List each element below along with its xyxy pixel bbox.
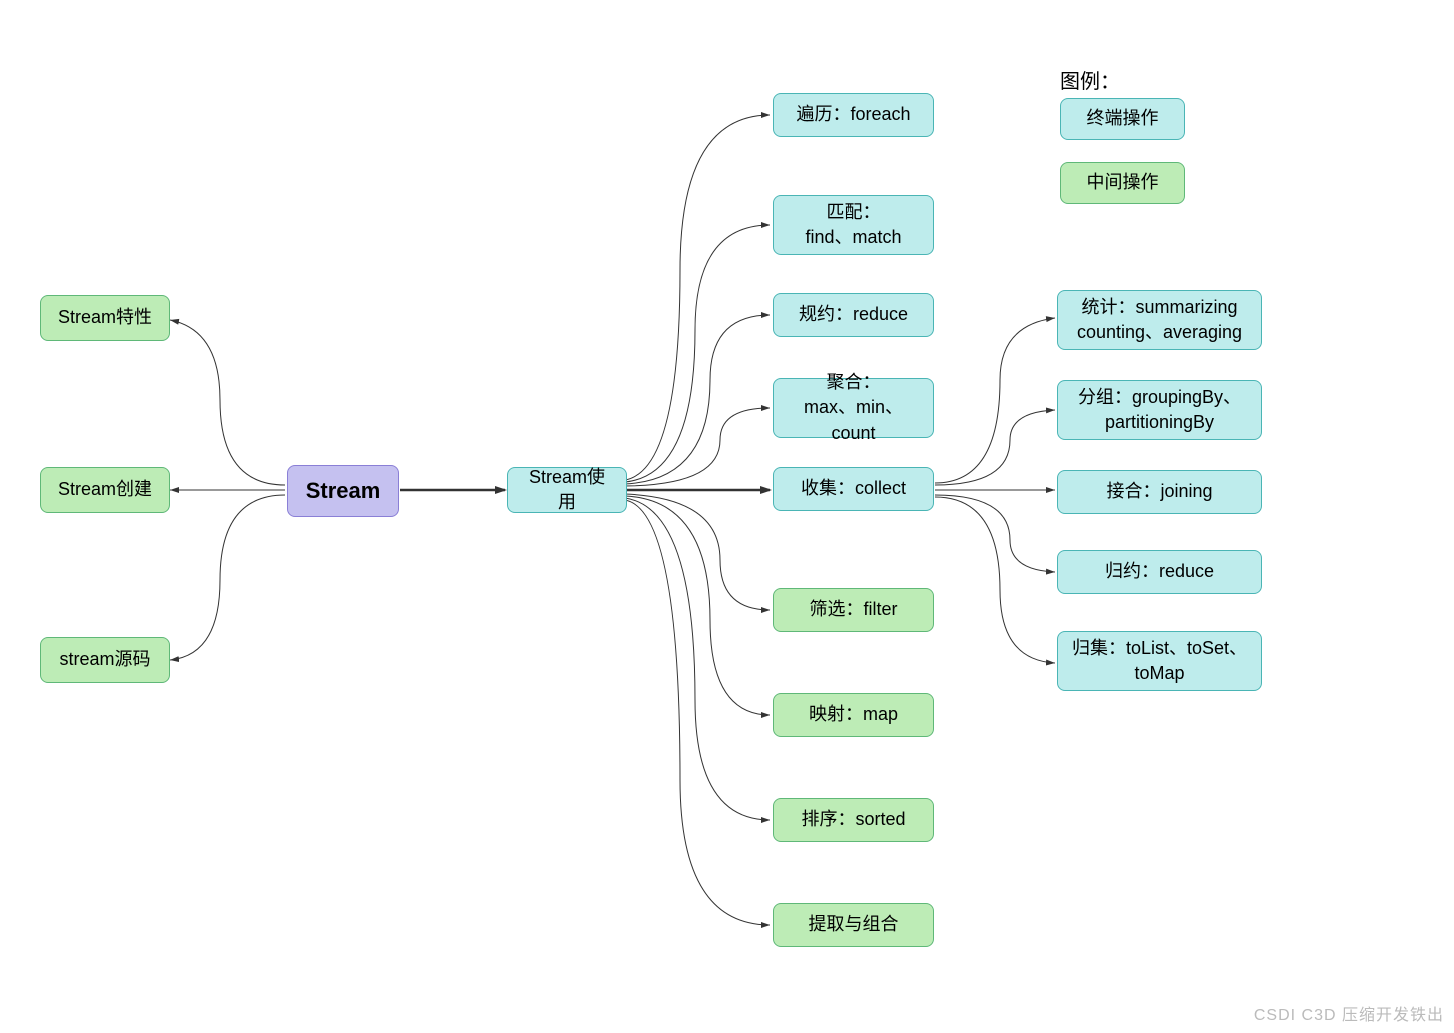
node-map: 映射：map [773,693,934,737]
diagram-connectors [0,0,1454,1033]
node-sorted: 排序：sorted [773,798,934,842]
node-joining: 接合：joining [1057,470,1262,514]
legend-intermediate: 中间操作 [1060,162,1185,204]
node-extract-combine: 提取与组合 [773,903,934,947]
node-stream-create: Stream创建 [40,467,170,513]
legend-terminal: 终端操作 [1060,98,1185,140]
node-aggregate: 聚合： max、min、count [773,378,934,438]
node-groupingby: 分组：groupingBy、 partitioningBy [1057,380,1262,440]
watermark: CSDI C3D 压缩开发铁出 [1254,1001,1444,1025]
node-collect: 收集：collect [773,467,934,511]
node-collect-reduce: 归约：reduce [1057,550,1262,594]
node-tolist: 归集：toList、toSet、 toMap [1057,631,1262,691]
node-foreach: 遍历：foreach [773,93,934,137]
node-summarizing: 统计：summarizing counting、averaging [1057,290,1262,350]
node-stream-features: Stream特性 [40,295,170,341]
root-stream: Stream [287,465,399,517]
legend-title: 图例： [1060,65,1120,94]
node-stream-usage: Stream使用 [507,467,627,513]
node-reduce: 规约：reduce [773,293,934,337]
node-filter: 筛选：filter [773,588,934,632]
node-stream-source: stream源码 [40,637,170,683]
node-find-match: 匹配： find、match [773,195,934,255]
